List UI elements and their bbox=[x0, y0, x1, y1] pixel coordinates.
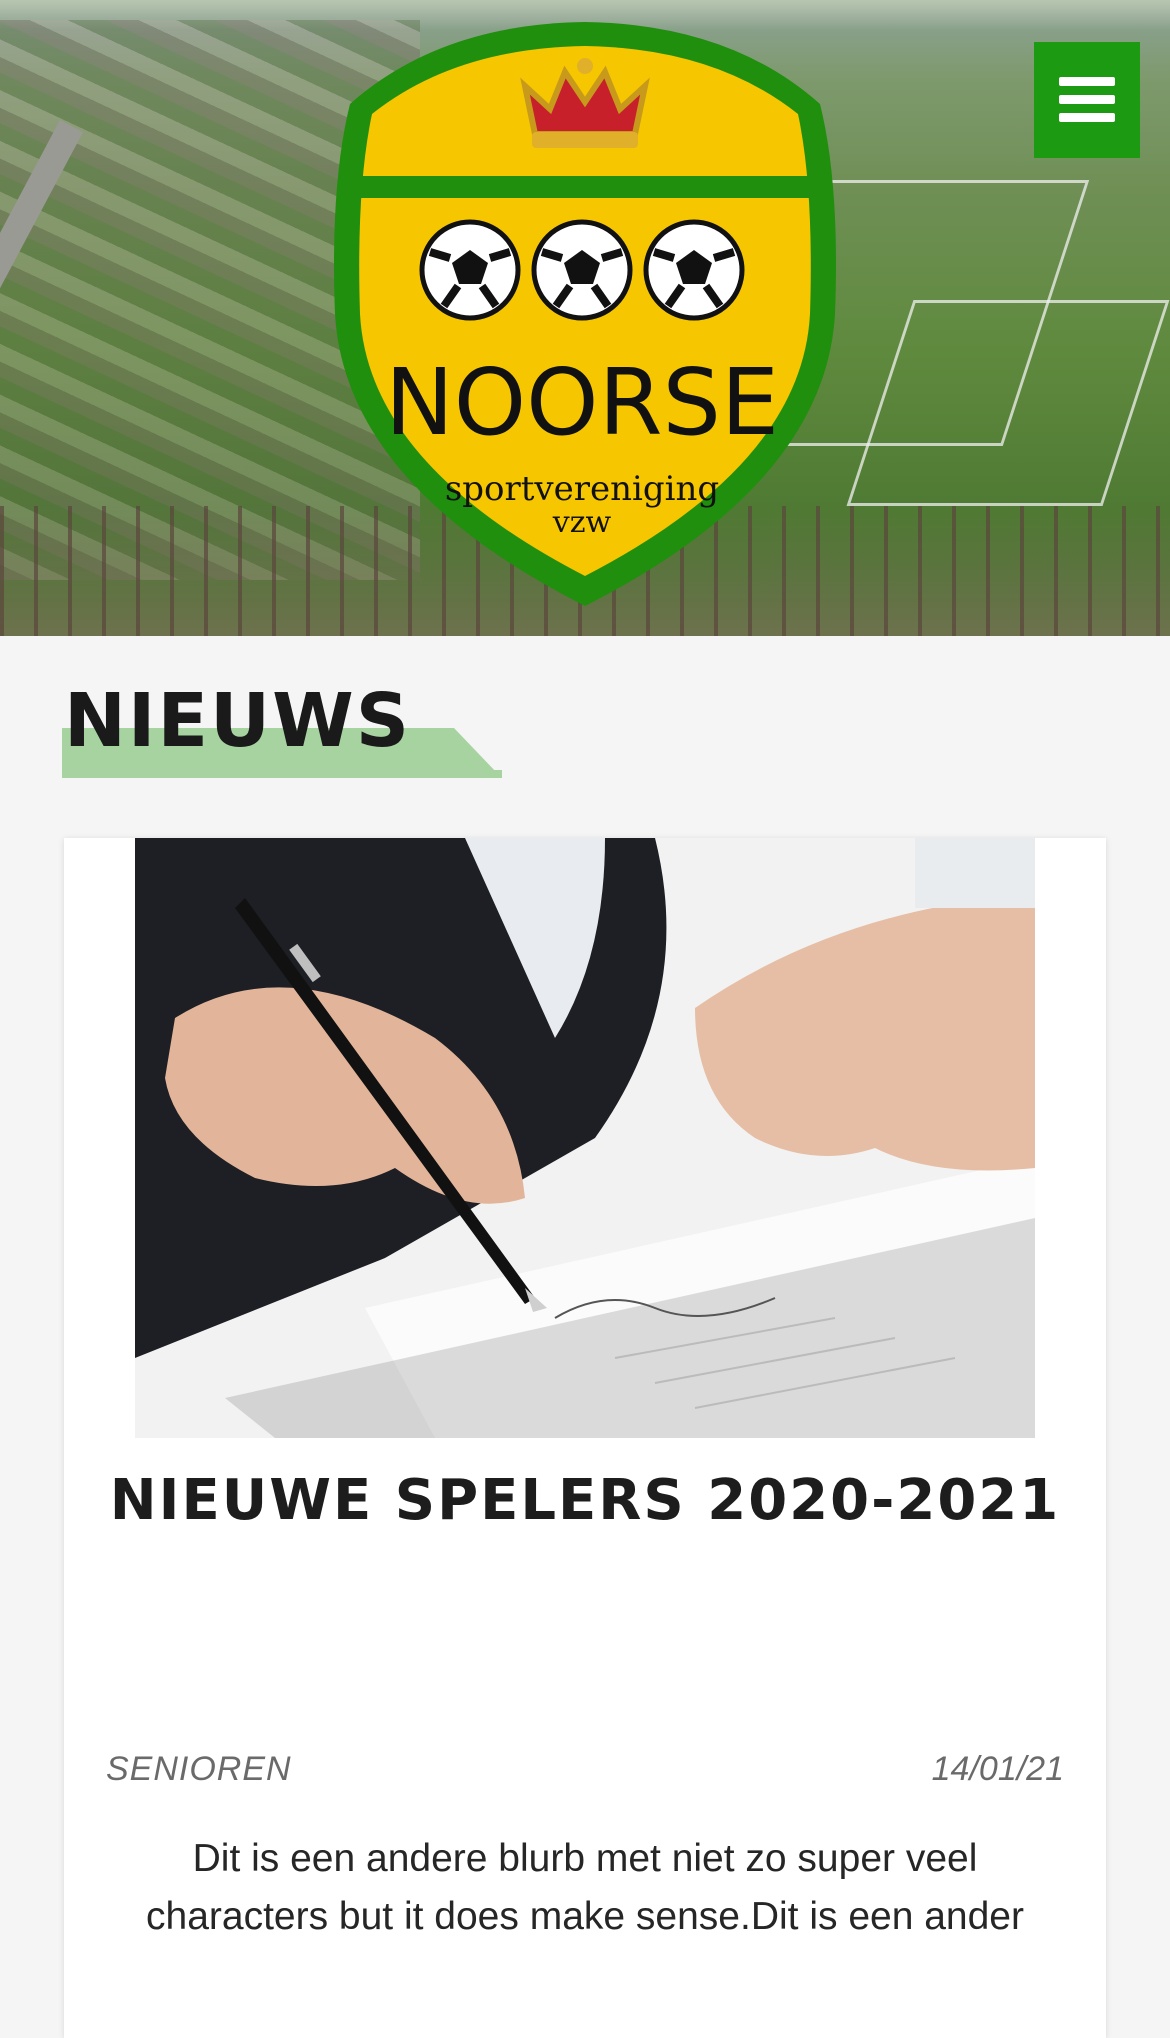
logo-tagline-vzw: vzw bbox=[552, 505, 612, 540]
section-title: NIEUWS bbox=[64, 678, 412, 764]
football-icon bbox=[643, 219, 745, 321]
logo-name: NOORSE bbox=[385, 349, 779, 456]
news-card-category[interactable]: SENIOREN bbox=[106, 1750, 292, 1789]
hamburger-menu-icon bbox=[1059, 77, 1115, 122]
news-card-date: 14/01/21 bbox=[931, 1750, 1064, 1788]
club-logo[interactable]: NOORSE sportvereniging vzw bbox=[320, 14, 850, 614]
hero-banner: NOORSE sportvereniging vzw bbox=[0, 0, 1170, 636]
football-icon bbox=[419, 219, 521, 321]
football-icon bbox=[531, 219, 633, 321]
news-card[interactable]: NIEUWE SPELERS 2020-2021 SENIOREN 14/01/… bbox=[64, 838, 1106, 2038]
news-card-excerpt: Dit is een andere blurb met niet zo supe… bbox=[146, 1837, 1024, 1938]
logo-tagline: sportvereniging bbox=[445, 469, 719, 509]
section-header: NIEUWS bbox=[62, 672, 502, 782]
menu-button[interactable] bbox=[1034, 42, 1140, 158]
news-card-image[interactable] bbox=[135, 838, 1035, 1438]
news-card-title[interactable]: NIEUWE SPELERS 2020-2021 bbox=[64, 1468, 1106, 1533]
